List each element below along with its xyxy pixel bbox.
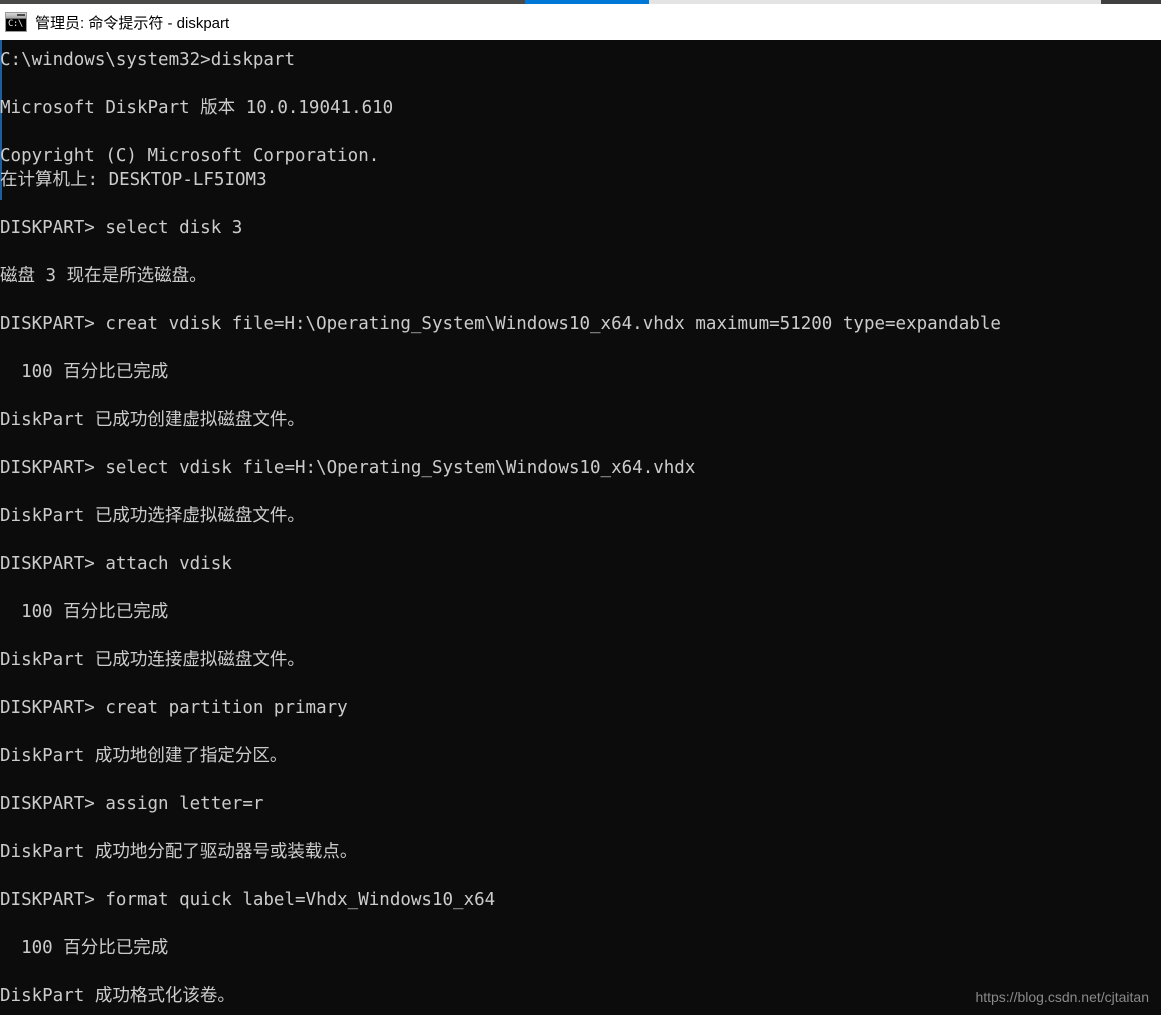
console-line: DISKPART> select vdisk file=H:\Operating… (0, 458, 696, 478)
console-line: DiskPart 已成功创建虚拟磁盘文件。 (0, 410, 305, 430)
console-line: DISKPART> assign letter=r (0, 794, 264, 814)
console-line: DiskPart 已成功选择虚拟磁盘文件。 (0, 506, 305, 526)
console-line: 100 百分比已完成 (0, 602, 169, 622)
console-line: DISKPART> attach vdisk (0, 554, 232, 574)
console-line-list: C:\windows\system32>diskpart Microsoft D… (0, 48, 1161, 1008)
console-line: 100 百分比已完成 (0, 362, 169, 382)
icon-prompt-label: C:\ (8, 19, 23, 29)
console-line: DiskPart 成功地创建了指定分区。 (0, 746, 288, 766)
console-line: DISKPART> select disk 3 (0, 218, 243, 238)
console-line: C:\windows\system32>diskpart (0, 50, 296, 70)
console-line: DiskPart 已成功连接虚拟磁盘文件。 (0, 650, 305, 670)
console-line: DiskPart 成功地分配了驱动器号或装载点。 (0, 842, 358, 862)
console-line: DISKPART> creat partition primary (0, 698, 348, 718)
command-prompt-icon: C:\ (5, 12, 27, 32)
console-line: 在计算机上: DESKTOP-LF5IOM3 (0, 170, 267, 190)
console-line: DISKPART> format quick label=Vhdx_Window… (0, 890, 496, 910)
console-line: DISKPART> creat vdisk file=H:\Operating_… (0, 314, 1001, 334)
window-titlebar[interactable]: C:\ 管理员: 命令提示符 - diskpart (0, 4, 1161, 40)
console-line: 100 百分比已完成 (0, 938, 169, 958)
console-output-area[interactable]: C:\windows\system32>diskpart Microsoft D… (0, 40, 1161, 1015)
console-line: Copyright (C) Microsoft Corporation. (0, 146, 380, 166)
window-title: 管理员: 命令提示符 - diskpart (35, 14, 230, 32)
watermark-url: https://blog.csdn.net/cjtaitan (975, 989, 1149, 1005)
console-line: Microsoft DiskPart 版本 10.0.19041.610 (0, 98, 394, 118)
console-line: 磁盘 3 现在是所选磁盘。 (0, 266, 207, 286)
